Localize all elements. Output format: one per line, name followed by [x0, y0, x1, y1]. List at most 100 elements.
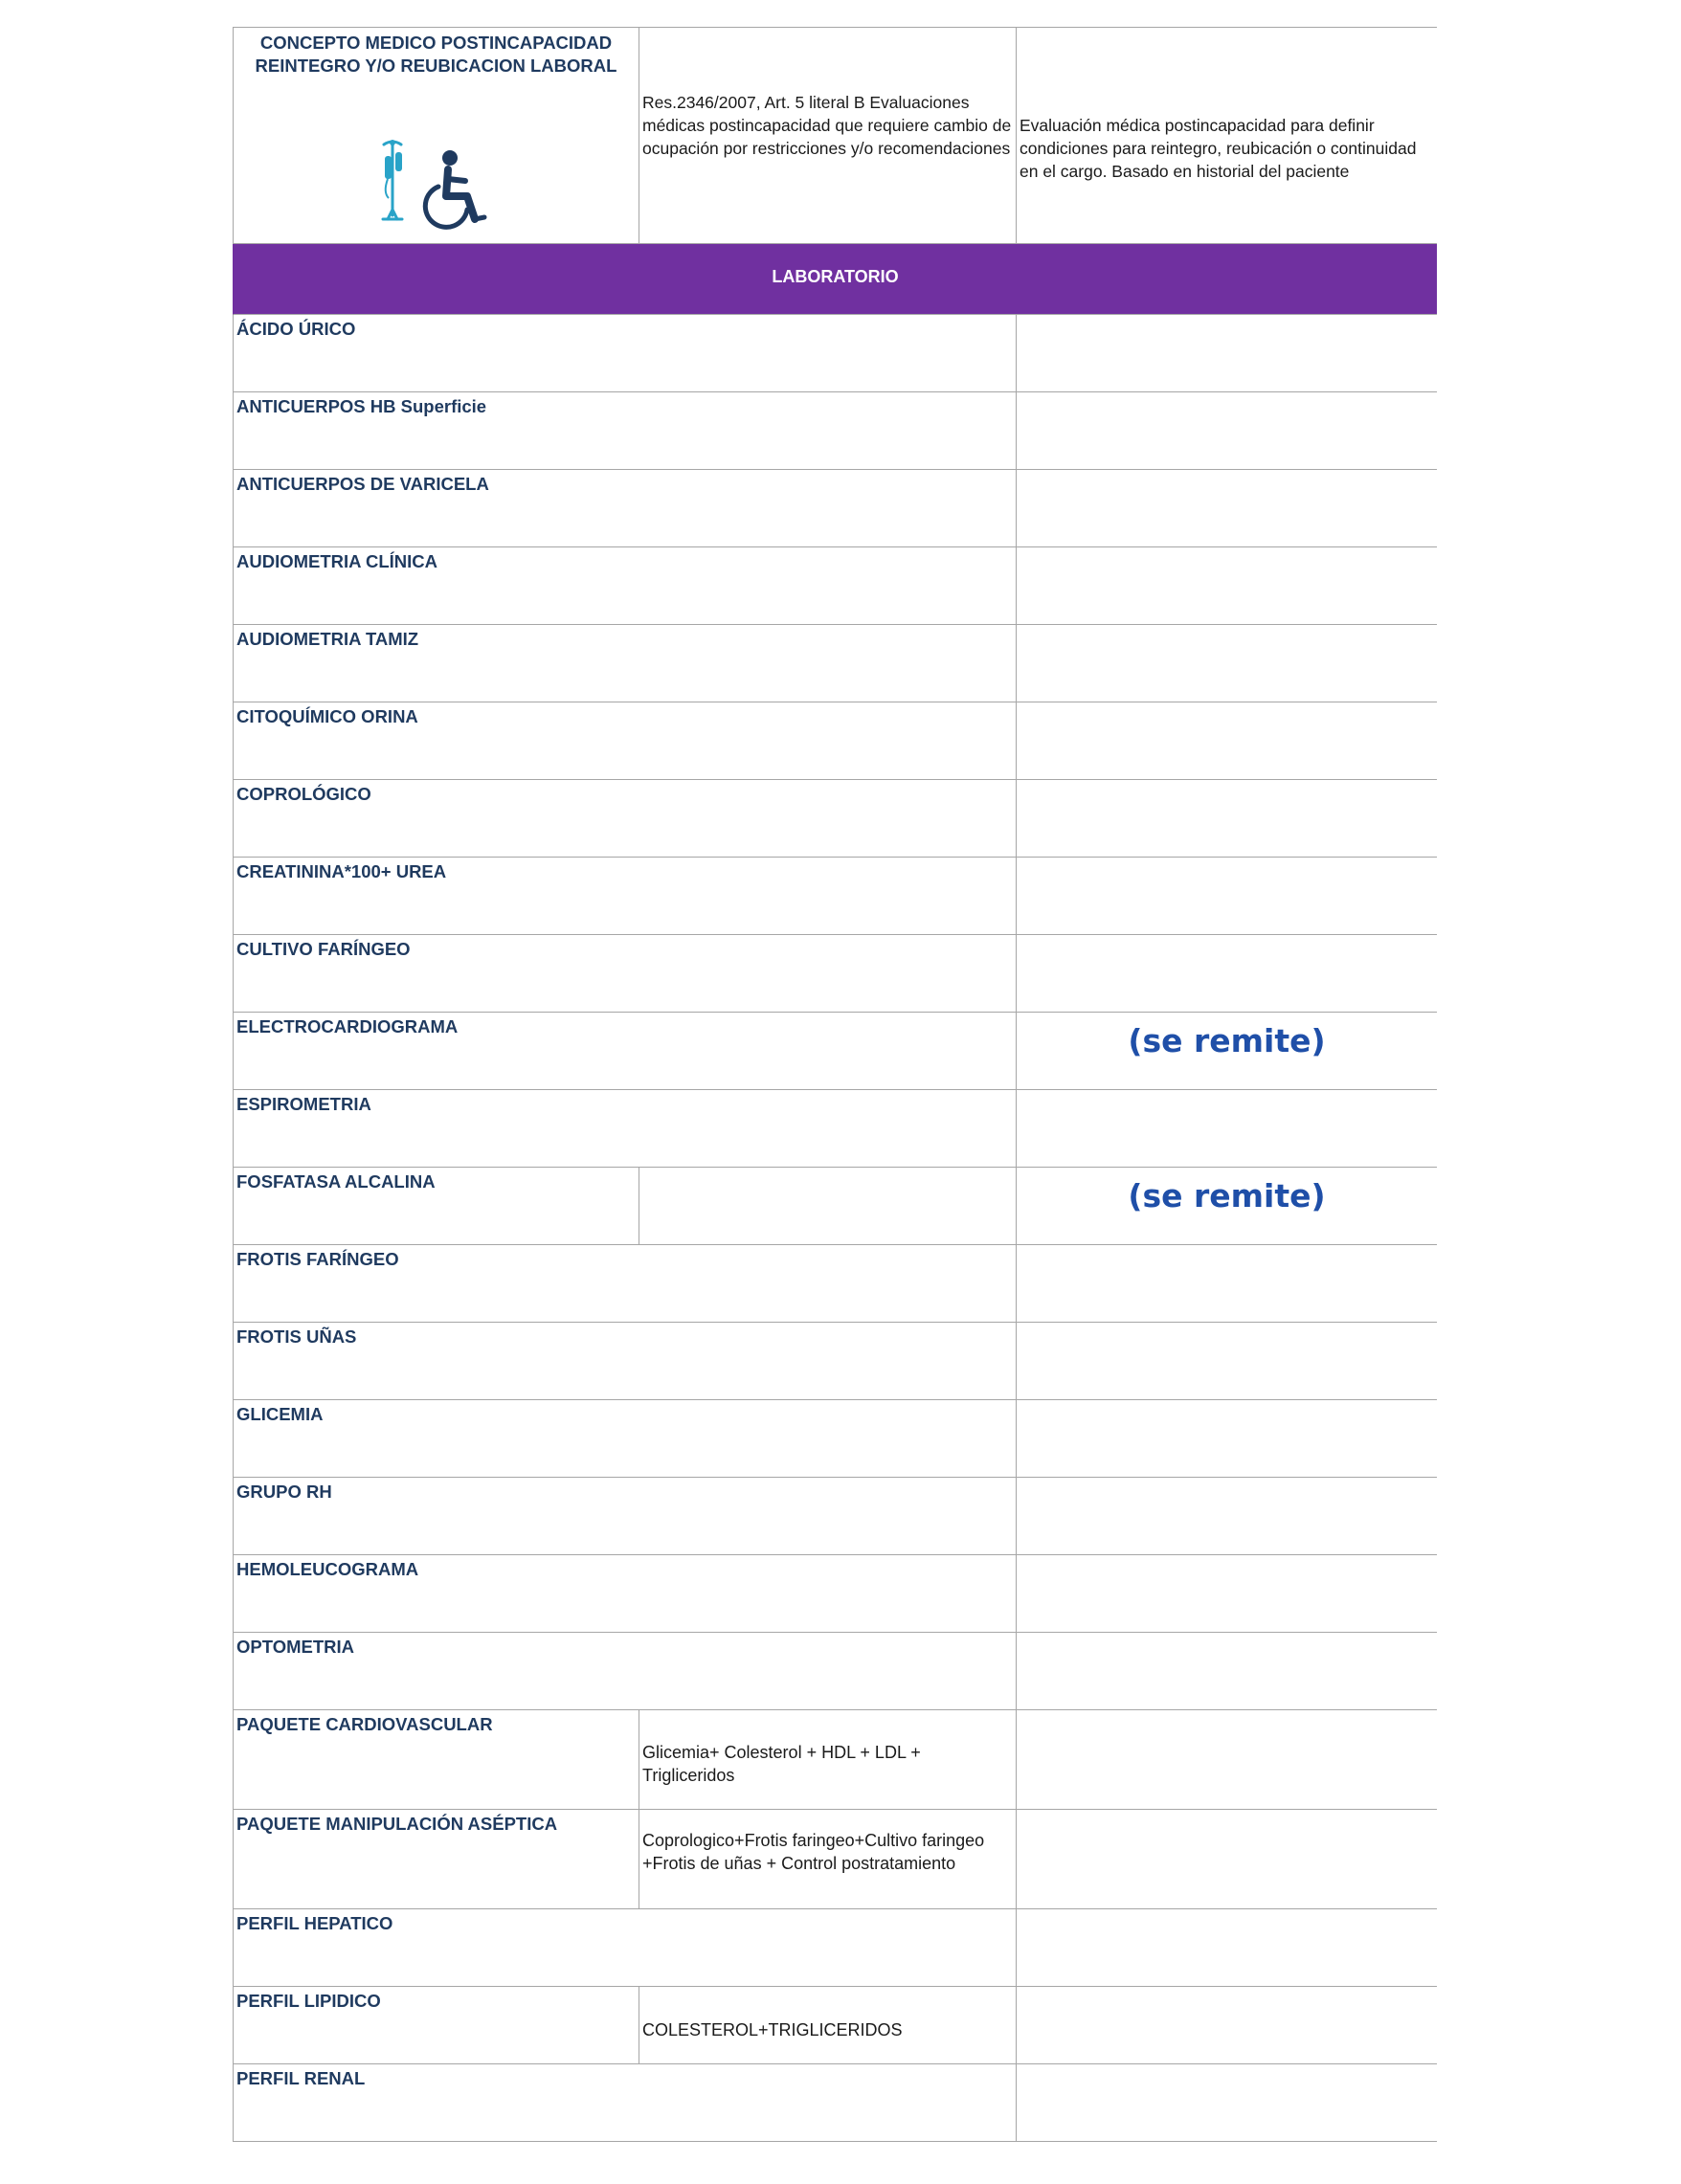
lab-name: FOSFATASA ALCALINA	[236, 1171, 436, 1192]
lab-name: GRUPO RH	[236, 1482, 332, 1502]
lab-name: PERFIL LIPIDICO	[236, 1991, 381, 2011]
lab-row: CITOQUÍMICO ORINA	[233, 702, 1437, 780]
lab-name-cell: GRUPO RH	[233, 1478, 1016, 1554]
lab-name: PAQUETE MANIPULACIÓN ASÉPTICA	[236, 1814, 558, 1834]
lab-status-cell	[1016, 1478, 1437, 1554]
lab-row: GRUPO RH	[233, 1478, 1437, 1555]
lab-name-cell: ESPIROMETRIA	[233, 1090, 1016, 1167]
lab-name: AUDIOMETRIA TAMIZ	[236, 629, 419, 649]
lab-row: PAQUETE MANIPULACIÓN ASÉPTICA Coprologico…	[233, 1810, 1437, 1909]
lab-detail-cell	[639, 1168, 1016, 1244]
regulation-cell: Res.2346/2007, Art. 5 literal B Evaluaci…	[639, 28, 1016, 243]
lab-name: CREATININA*100+ UREA	[236, 861, 447, 881]
lab-name-cell: OPTOMETRIA	[233, 1633, 1016, 1709]
lab-row: ESPIROMETRIA	[233, 1090, 1437, 1168]
lab-row: PERFIL LIPIDICO COLESTEROL+TRIGLICERIDOS	[233, 1987, 1437, 2064]
lab-name-cell: PAQUETE CARDIOVASCULAR	[233, 1710, 639, 1809]
lab-row: CREATININA*100+ UREA	[233, 858, 1437, 935]
lab-name: CULTIVO FARÍNGEO	[236, 939, 411, 959]
lab-detail-cell: Glicemia+ Colesterol + HDL + LDL + Trigl…	[639, 1710, 1016, 1809]
lab-name-cell: PERFIL LIPIDICO	[233, 1987, 639, 2063]
lab-status-cell	[1016, 702, 1437, 779]
lab-name: ESPIROMETRIA	[236, 1094, 371, 1114]
lab-row: PERFIL HEPATICO	[233, 1909, 1437, 1987]
lab-name: FROTIS UÑAS	[236, 1326, 357, 1347]
lab-name-cell: ELECTROCARDIOGRAMA	[233, 1013, 1016, 1089]
lab-name: GLICEMIA	[236, 1404, 324, 1424]
lab-name-cell: FROTIS UÑAS	[233, 1323, 1016, 1399]
lab-name-cell: FROTIS FARÍNGEO	[233, 1245, 1016, 1322]
lab-status-cell	[1016, 1810, 1437, 1908]
lab-name-cell: PERFIL RENAL	[233, 2064, 1016, 2141]
lab-row: HEMOLEUCOGRAMA	[233, 1555, 1437, 1633]
header-row: CONCEPTO MEDICO POSTINCAPACIDAD REINTEGR…	[233, 27, 1437, 244]
lab-detail: Coprologico+Frotis faringeo+Cultivo fari…	[642, 1831, 985, 1873]
lab-row: COPROLÓGICO	[233, 780, 1437, 858]
lab-row: ÁCIDO ÚRICO	[233, 315, 1437, 392]
remite-label: (se remite)	[1128, 1022, 1326, 1059]
lab-name-cell: COPROLÓGICO	[233, 780, 1016, 857]
lab-status-cell	[1016, 1710, 1437, 1809]
lab-status-cell	[1016, 935, 1437, 1012]
lab-row: ANTICUERPOS DE VARICELA	[233, 470, 1437, 547]
lab-name-cell: HEMOLEUCOGRAMA	[233, 1555, 1016, 1632]
lab-rows: ÁCIDO ÚRICO ANTICUERPOS HB Superficie ANTI…	[233, 315, 1437, 2142]
lab-row: ELECTROCARDIOGRAMA (se remite)	[233, 1013, 1437, 1090]
lab-status-cell: (se remite)	[1016, 1013, 1437, 1089]
description-text: Evaluación médica postincapacidad para d…	[1020, 116, 1417, 181]
regulation-text: Res.2346/2007, Art. 5 literal B Evaluaci…	[642, 93, 1012, 158]
lab-name: ELECTROCARDIOGRAMA	[236, 1016, 459, 1036]
lab-detail-cell: Coprologico+Frotis faringeo+Cultivo fari…	[639, 1810, 1016, 1908]
lab-name-cell: AUDIOMETRIA TAMIZ	[233, 625, 1016, 702]
lab-name: FROTIS FARÍNGEO	[236, 1249, 399, 1269]
lab-detail: Glicemia+ Colesterol + HDL + LDL + Trigl…	[642, 1743, 921, 1785]
lab-row: AUDIOMETRIA CLÍNICA	[233, 547, 1437, 625]
lab-name: PERFIL RENAL	[236, 2068, 366, 2088]
lab-row: FROTIS FARÍNGEO	[233, 1245, 1437, 1323]
description-cell: Evaluación médica postincapacidad para d…	[1016, 28, 1437, 243]
lab-name-cell: CULTIVO FARÍNGEO	[233, 935, 1016, 1012]
lab-name-cell: ÁCIDO ÚRICO	[233, 315, 1016, 391]
lab-row: PAQUETE CARDIOVASCULAR Glicemia+ Colester…	[233, 1710, 1437, 1810]
lab-status-cell	[1016, 1245, 1437, 1322]
lab-status-cell	[1016, 2064, 1437, 2141]
lab-status-cell	[1016, 625, 1437, 702]
lab-name: HEMOLEUCOGRAMA	[236, 1559, 419, 1579]
lab-row: FROTIS UÑAS	[233, 1323, 1437, 1400]
lab-status-cell	[1016, 547, 1437, 624]
lab-status-cell	[1016, 1400, 1437, 1477]
lab-name-cell: PERFIL HEPATICO	[233, 1909, 1016, 1986]
lab-name-cell: AUDIOMETRIA CLÍNICA	[233, 547, 1016, 624]
lab-status-cell	[1016, 1633, 1437, 1709]
lab-status-cell	[1016, 1555, 1437, 1632]
lab-status-cell	[1016, 1909, 1437, 1986]
lab-status-cell	[1016, 858, 1437, 934]
lab-row: CULTIVO FARÍNGEO	[233, 935, 1437, 1013]
lab-name-cell: ANTICUERPOS DE VARICELA	[233, 470, 1016, 546]
lab-row: PERFIL RENAL	[233, 2064, 1437, 2142]
lab-row: AUDIOMETRIA TAMIZ	[233, 625, 1437, 702]
lab-name: PAQUETE CARDIOVASCULAR	[236, 1714, 493, 1734]
concept-title: CONCEPTO MEDICO POSTINCAPACIDAD REINTEGR…	[255, 33, 617, 76]
lab-name-cell: GLICEMIA	[233, 1400, 1016, 1477]
lab-name: ÁCIDO ÚRICO	[236, 319, 356, 339]
lab-status-cell	[1016, 1090, 1437, 1167]
lab-status-cell	[1016, 470, 1437, 546]
lab-name: ANTICUERPOS DE VARICELA	[236, 474, 489, 494]
lab-row: GLICEMIA	[233, 1400, 1437, 1478]
lab-name: OPTOMETRIA	[236, 1637, 354, 1657]
lab-name: AUDIOMETRIA CLÍNICA	[236, 551, 437, 571]
lab-name: COPROLÓGICO	[236, 784, 371, 804]
section-band: LABORATORIO	[233, 244, 1437, 315]
services-table: CONCEPTO MEDICO POSTINCAPACIDAD REINTEGR…	[233, 27, 1437, 2142]
lab-name: PERFIL HEPATICO	[236, 1913, 393, 1933]
wheelchair-user-icon	[422, 150, 487, 230]
lab-name-cell: CREATININA*100+ UREA	[233, 858, 1016, 934]
lab-detail-cell: COLESTEROL+TRIGLICERIDOS	[639, 1987, 1016, 2063]
lab-name: ANTICUERPOS HB Superficie	[236, 396, 487, 416]
lab-row: FOSFATASA ALCALINA (se remite)	[233, 1168, 1437, 1245]
section-title: LABORATORIO	[772, 267, 899, 286]
lab-row: OPTOMETRIA	[233, 1633, 1437, 1710]
lab-name-cell: FOSFATASA ALCALINA	[233, 1168, 639, 1244]
concept-cell: CONCEPTO MEDICO POSTINCAPACIDAD REINTEGR…	[233, 28, 639, 243]
